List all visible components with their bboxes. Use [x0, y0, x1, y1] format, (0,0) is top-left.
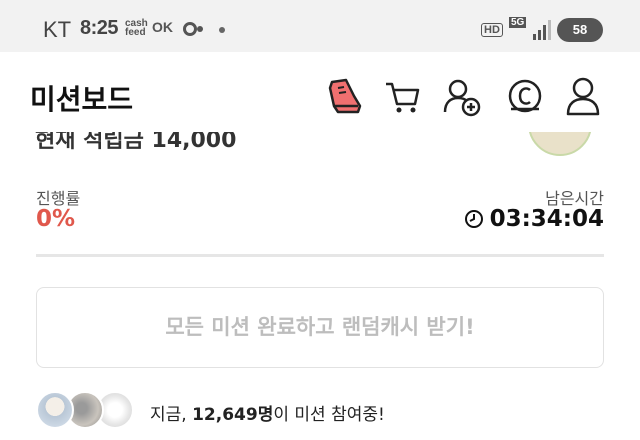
clock-icon: [464, 210, 483, 228]
profile-icon[interactable]: [563, 76, 603, 118]
network-5g-icon: 5G: [509, 17, 527, 28]
coin-icon[interactable]: [505, 76, 545, 118]
character-avatar: [528, 132, 592, 156]
page-title: 미션보드: [30, 83, 134, 116]
ok-cashbag-icon: OK: [152, 19, 173, 35]
points-summary-text: 현재 적립금 14,000: [35, 132, 237, 153]
random-cash-reward-button[interactable]: 모든 미션 완료하고 랜덤캐시 받기!: [36, 287, 604, 368]
cart-icon[interactable]: [382, 76, 422, 118]
add-user-icon[interactable]: [442, 76, 482, 118]
notification-dot-icon: [197, 26, 203, 32]
notification-o-icon: [183, 22, 197, 36]
battery-icon: 58: [557, 18, 603, 42]
participants-count-text: 지금, 12,649명이 미션 참여중!: [150, 405, 385, 425]
sneaker-icon[interactable]: [324, 76, 364, 118]
status-time: 8:25: [80, 17, 119, 39]
remaining-time: 03:34:04: [464, 206, 604, 232]
status-bar: KT 8:25 cash feed OK HD 5G 58: [0, 0, 640, 52]
app-header: 미션보드: [0, 52, 640, 144]
more-notifications-icon: [219, 27, 225, 33]
hd-voice-icon: HD: [481, 23, 503, 37]
section-divider: [36, 254, 604, 257]
participant-avatar-1: [36, 391, 74, 429]
signal-icon: [533, 20, 551, 40]
remaining-time-value: 03:34:04: [489, 206, 604, 232]
participants-count: 12,649명: [192, 405, 274, 425]
carrier-label: KT: [43, 17, 72, 42]
battery-level: 58: [572, 22, 588, 37]
points-summary-row: 현재 적립금 14,000: [0, 132, 640, 158]
cashfeed-icon: cash feed: [125, 18, 148, 38]
progress-value: 0%: [36, 206, 76, 232]
